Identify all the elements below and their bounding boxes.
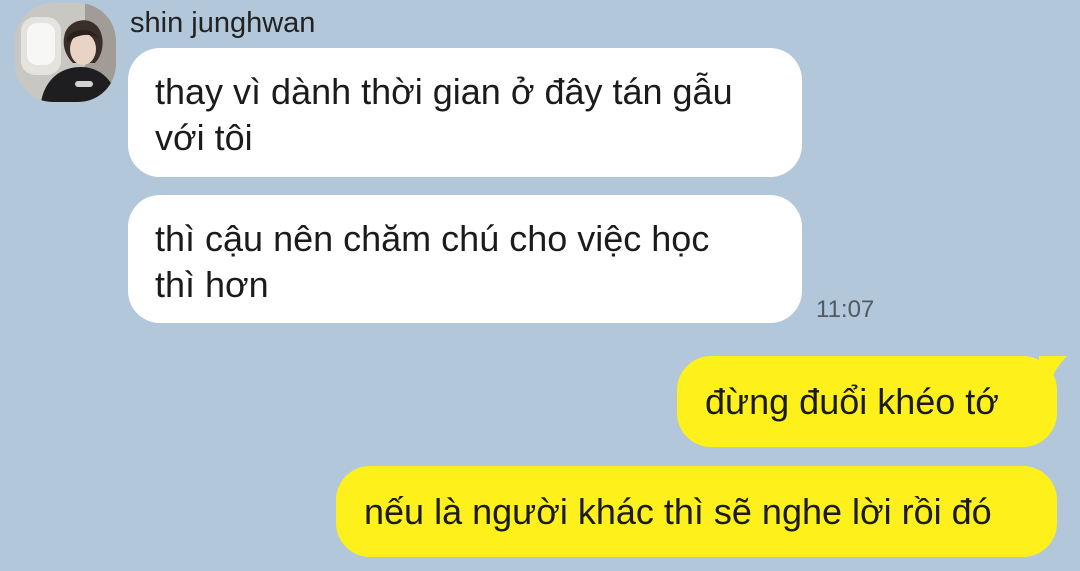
- outgoing-message-bubble[interactable]: đừng đuổi khéo tớ: [677, 356, 1067, 447]
- message-timestamp: 11:07: [816, 296, 875, 323]
- message-text-line: thay vì dành thời gian ở đây tán gẫu: [155, 71, 733, 112]
- incoming-message-bubble[interactable]: thay vì dành thời gian ở đây tán gẫu với…: [128, 48, 802, 177]
- profile-photo-icon: [15, 3, 116, 102]
- sender-name: shin junghwan: [130, 7, 316, 39]
- bubble-tail-icon: [1039, 356, 1067, 380]
- message-text-line: thì hơn: [155, 264, 269, 305]
- incoming-message-bubble[interactable]: thì cậu nên chăm chú cho việc học thì hơ…: [128, 195, 802, 323]
- outgoing-message-bubble[interactable]: nếu là người khác thì sẽ nghe lời rồi đó: [336, 466, 1057, 557]
- message-text: đừng đuổi khéo tớ: [705, 380, 999, 422]
- message-text: nếu là người khác thì sẽ nghe lời rồi đó: [364, 490, 992, 532]
- message-text-line: với tôi: [155, 117, 253, 158]
- message-text-line: thì cậu nên chăm chú cho việc học: [155, 218, 710, 259]
- sender-avatar[interactable]: [15, 3, 116, 102]
